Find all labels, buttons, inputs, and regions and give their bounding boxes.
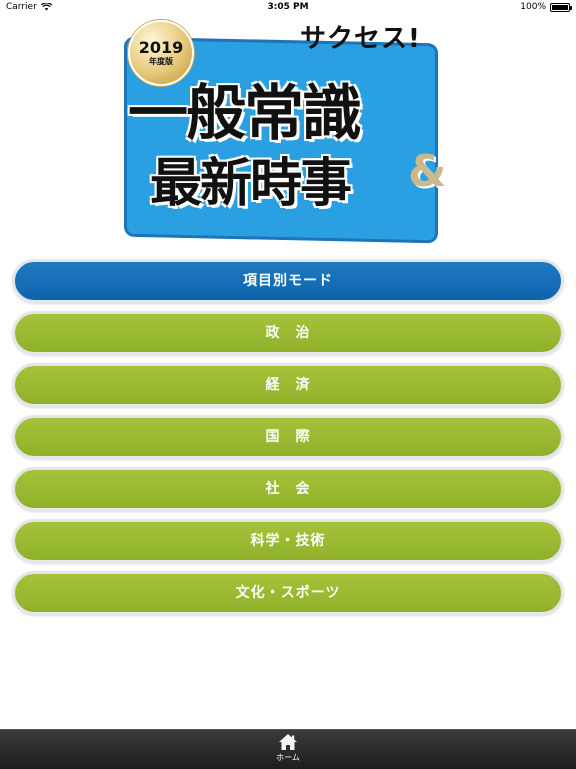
logo-ampersand: & bbox=[408, 146, 447, 197]
app-logo: サクセス! 2019 年度版 一般常識 最新時事 & bbox=[118, 18, 458, 246]
category-button-politics[interactable]: 政 治 bbox=[12, 311, 564, 355]
home-icon bbox=[279, 734, 297, 750]
battery-icon bbox=[550, 2, 572, 12]
battery-percent: 100% bbox=[520, 2, 546, 12]
tab-home-label: ホーム bbox=[276, 753, 300, 762]
category-button-society[interactable]: 社 会 bbox=[12, 467, 564, 511]
tab-home[interactable]: ホーム bbox=[258, 733, 318, 767]
status-time: 3:05 PM bbox=[267, 2, 309, 12]
tab-bar: ホーム bbox=[0, 729, 576, 769]
logo-title-line2: 最新時事 bbox=[150, 154, 352, 214]
category-button-science-tech[interactable]: 科学・技術 bbox=[12, 519, 564, 563]
category-button-international[interactable]: 国 際 bbox=[12, 415, 564, 459]
logo-brand-text: サクセス! bbox=[300, 24, 421, 54]
menu-list: 項目別モード 政 治 経 済 国 際 社 会 科学・技術 文化・スポーツ bbox=[12, 259, 564, 623]
category-button-economy[interactable]: 経 済 bbox=[12, 363, 564, 407]
logo-brand: サクセス! bbox=[300, 18, 421, 55]
badge-year: 2019 bbox=[138, 38, 184, 57]
status-right: 100% bbox=[520, 2, 572, 12]
status-bar: Carrier 3:05 PM 100% bbox=[0, 0, 576, 16]
badge-sub: 年度版 bbox=[149, 57, 173, 66]
battery-fill bbox=[552, 4, 568, 10]
year-badge: 2019 年度版 bbox=[128, 20, 194, 86]
logo-title-line1: 一般常識 bbox=[128, 79, 362, 149]
mode-header-button[interactable]: 項目別モード bbox=[12, 259, 564, 303]
category-button-culture-sports[interactable]: 文化・スポーツ bbox=[12, 571, 564, 615]
